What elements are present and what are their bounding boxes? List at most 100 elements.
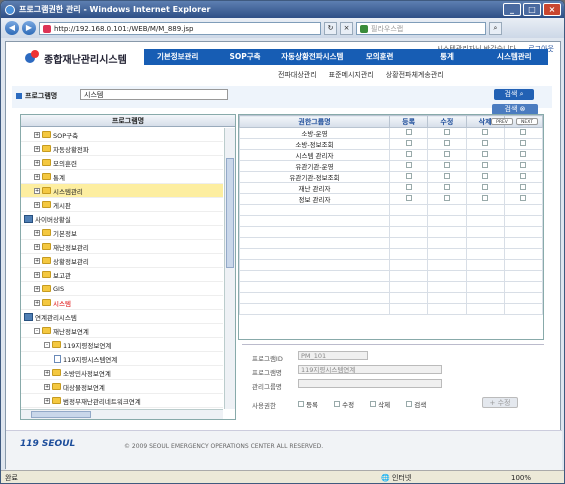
tree-item[interactable]: + SOP구축	[21, 128, 223, 142]
expand-icon[interactable]: +	[34, 229, 40, 236]
tree-item[interactable]: + 시스템관리	[21, 184, 223, 198]
table-row[interactable]: 소방-운영	[239, 127, 544, 139]
site-logo[interactable]: 종합재난관리시스템	[24, 50, 127, 66]
checkbox[interactable]	[520, 151, 527, 157]
tree-item[interactable]: + 재난정보관리	[21, 240, 223, 254]
checkbox[interactable]	[443, 184, 450, 190]
expand-icon[interactable]: +	[34, 257, 40, 264]
save-button[interactable]: + 수정	[482, 397, 518, 408]
submenu-item[interactable]: 표준메시지관리	[329, 70, 374, 80]
checkbox[interactable]	[334, 401, 341, 407]
table-row[interactable]: 재난 관리자	[239, 182, 544, 194]
checkbox[interactable]	[443, 140, 450, 146]
tree-item[interactable]: + 자동상황전파	[21, 142, 223, 156]
perm-search[interactable]: 검색	[406, 399, 426, 409]
minimize-button[interactable]: _	[503, 3, 521, 16]
tree-item[interactable]: - 재난정보연계	[21, 324, 223, 338]
prev-button[interactable]: PREV	[491, 118, 513, 125]
expand-icon[interactable]: +	[34, 173, 40, 180]
table-row[interactable]	[239, 226, 544, 238]
tree-item[interactable]: + GIS	[21, 282, 223, 296]
checkbox[interactable]	[405, 129, 412, 135]
table-row[interactable]	[239, 259, 544, 271]
table-row[interactable]	[239, 303, 544, 315]
tree-item[interactable]: + 기본정보	[21, 226, 223, 240]
menu-auto-broadcast[interactable]: 자동상황전파시스템	[279, 49, 346, 65]
checkbox[interactable]	[482, 184, 489, 190]
search-icon[interactable]: ⌕	[489, 21, 502, 35]
checkbox[interactable]	[370, 401, 377, 407]
checkbox[interactable]	[405, 151, 412, 157]
menu-stats[interactable]: 통계	[413, 49, 480, 65]
menu-drill[interactable]: 모의훈련	[346, 49, 413, 65]
tree-item[interactable]: 119지령시스템연계	[21, 352, 223, 366]
next-button[interactable]: NEXT	[516, 118, 538, 125]
checkbox[interactable]	[520, 184, 527, 190]
expand-icon[interactable]: -	[34, 327, 40, 334]
tree-item[interactable]: 사이버상황실	[21, 212, 223, 226]
table-row[interactable]: 정보 관리자	[239, 193, 544, 205]
checkbox[interactable]	[406, 401, 413, 407]
tree-item[interactable]: + 상황정보관리	[21, 254, 223, 268]
table-row[interactable]	[239, 281, 544, 293]
group-name-field[interactable]	[298, 379, 442, 388]
expand-icon[interactable]: +	[44, 369, 50, 376]
program-name-input[interactable]: 시스템	[80, 89, 228, 100]
checkbox[interactable]	[443, 195, 450, 201]
tree-item[interactable]: + 모의훈련	[21, 156, 223, 170]
checkbox[interactable]	[443, 151, 450, 157]
checkbox[interactable]	[482, 195, 489, 201]
expand-icon[interactable]: +	[34, 285, 40, 292]
checkbox[interactable]	[520, 173, 527, 179]
table-row[interactable]: 유관기관-정보조회	[239, 171, 544, 183]
tree-item[interactable]: + 범정부재난관리네트워크연계	[21, 394, 223, 408]
menu-basic-info[interactable]: 기본정보관리	[144, 49, 211, 65]
tree-item[interactable]: + 통계	[21, 170, 223, 184]
browser-search-input[interactable]: 필라우스랩	[356, 21, 486, 35]
checkbox[interactable]	[443, 162, 450, 168]
checkbox[interactable]	[520, 140, 527, 146]
checkbox[interactable]	[482, 162, 489, 168]
table-row[interactable]	[239, 237, 544, 249]
expand-icon[interactable]: +	[44, 383, 50, 390]
forward-icon[interactable]: ▶	[22, 21, 36, 35]
checkbox[interactable]	[405, 184, 412, 190]
expand-icon[interactable]: +	[34, 299, 40, 306]
checkbox[interactable]	[405, 140, 412, 146]
search-button[interactable]: 검색 ⌕	[494, 89, 534, 100]
table-row[interactable]	[239, 270, 544, 282]
tree-hscroll[interactable]	[21, 409, 223, 419]
tree-item[interactable]: + 보고관	[21, 268, 223, 282]
checkbox[interactable]	[298, 401, 304, 407]
submenu-item[interactable]: 전파대상관리	[278, 70, 317, 80]
back-icon[interactable]: ◀	[5, 21, 19, 35]
table-row[interactable]: 유관기관-운영	[239, 160, 544, 172]
checkbox[interactable]	[482, 151, 489, 157]
checkbox[interactable]	[482, 140, 489, 146]
submenu-item[interactable]: 상황전파체계송관리	[386, 70, 444, 80]
maximize-button[interactable]: □	[523, 3, 541, 16]
close-button[interactable]: ×	[543, 3, 561, 16]
checkbox[interactable]	[482, 173, 489, 179]
tree-item[interactable]: + 대상물정보연계	[21, 380, 223, 394]
perm-modify[interactable]: 수정	[334, 399, 354, 409]
expand-icon[interactable]: +	[34, 131, 40, 138]
menu-sop[interactable]: SOP구축	[211, 49, 278, 65]
expand-icon[interactable]: +	[34, 271, 40, 278]
url-input[interactable]: http://192.168.0.101:/WEB/M/M_889.jsp	[39, 21, 321, 35]
perm-register[interactable]: 등록	[298, 399, 318, 409]
checkbox[interactable]	[520, 129, 527, 135]
expand-icon[interactable]: +	[34, 243, 40, 250]
tree-item[interactable]: + 게시판	[21, 198, 223, 212]
tree-item[interactable]: + 시스템	[21, 296, 223, 310]
table-row[interactable]: 소방-정보조회	[239, 138, 544, 150]
scroll-thumb[interactable]	[226, 158, 234, 268]
refresh-icon[interactable]: ↻	[324, 21, 337, 35]
checkbox[interactable]	[405, 173, 412, 179]
expand-icon[interactable]: +	[34, 201, 40, 208]
expand-icon[interactable]: +	[44, 397, 50, 404]
checkbox[interactable]	[443, 173, 450, 179]
tree-vscroll[interactable]	[224, 128, 235, 409]
scroll-thumb[interactable]	[31, 411, 91, 418]
table-row[interactable]	[239, 204, 544, 216]
